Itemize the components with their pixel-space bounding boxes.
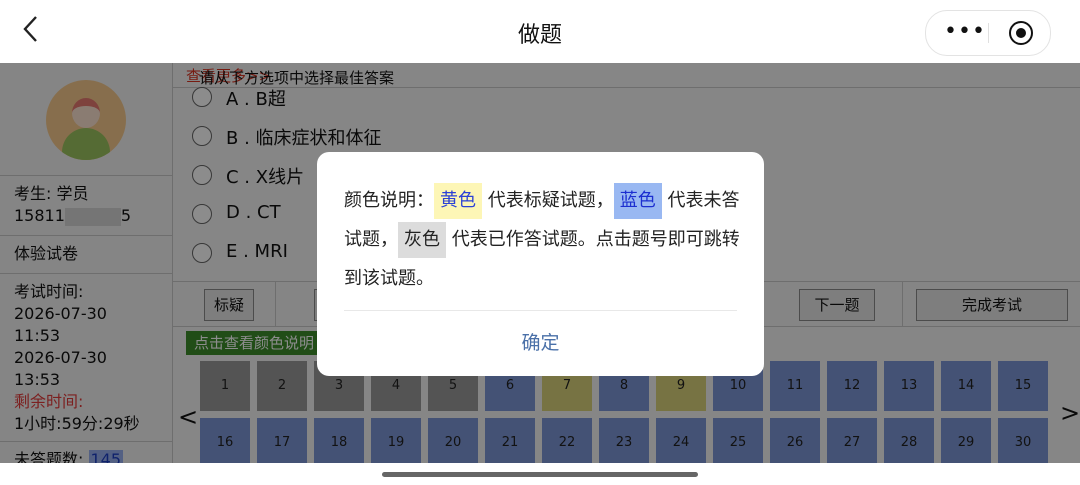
dialog-message: 颜色说明： 黄色 代表标疑试题， 蓝色 代表未答试题， 灰色 代表已作答试题。点击题号… [344,181,744,298]
home-indicator[interactable] [382,472,698,477]
mini-program-capsule: ••• [925,10,1051,56]
blue-chip: 蓝色 [613,183,662,219]
top-nav-bar: 做题 ••• [0,0,1080,63]
capsule-divider [988,23,989,43]
dialog-divider [344,310,737,311]
color-legend-dialog: 颜色说明： 黄色 代表标疑试题， 蓝色 代表未答试题， 灰色 代表已作答试题。点击题号… [317,152,764,376]
legend-prefix: 颜色说明： [344,190,434,211]
bottom-safe-area [0,463,1080,485]
yellow-chip: 黄色 [434,183,482,219]
confirm-button[interactable]: 确定 [317,328,764,355]
close-miniprogram-icon[interactable] [1009,21,1033,45]
page-title: 做题 [517,23,562,48]
more-menu-icon[interactable]: ••• [944,21,985,45]
yellow-description: 代表标疑试题， [487,190,614,211]
gray-chip: 灰色 [398,222,446,258]
